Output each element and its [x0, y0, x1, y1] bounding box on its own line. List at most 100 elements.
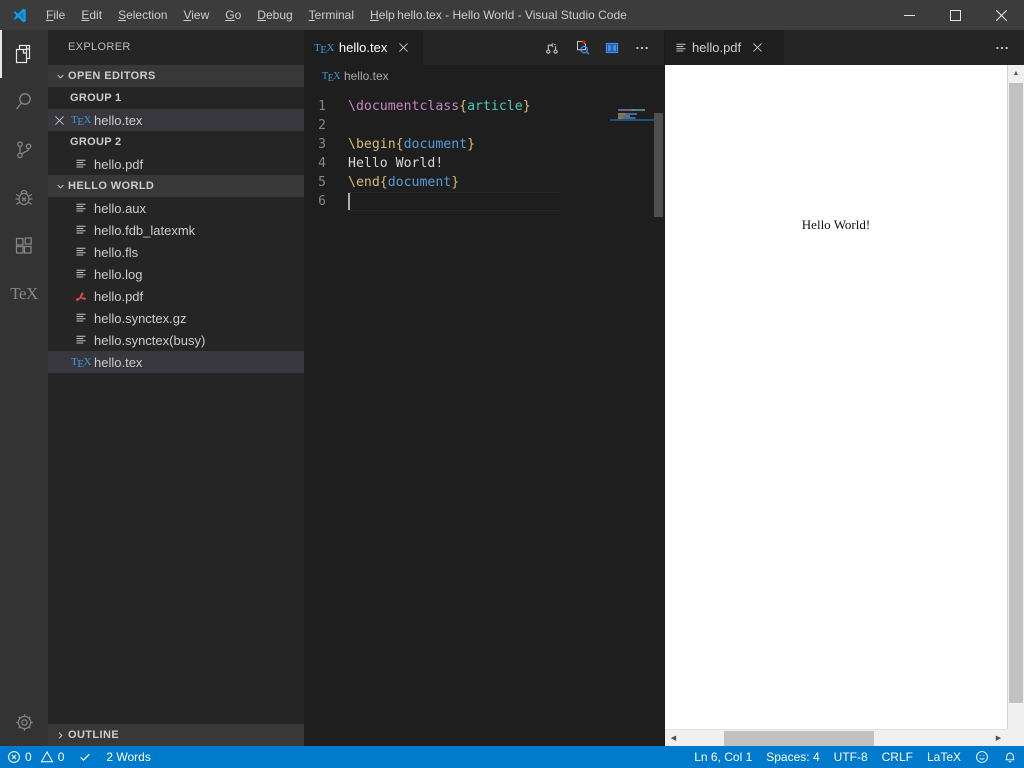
status-problems[interactable]: 0 0 — [0, 746, 71, 768]
line-content — [348, 193, 350, 210]
activity-explorer[interactable] — [0, 30, 48, 78]
status-word-count[interactable]: 2 Words — [99, 746, 157, 768]
status-editor-position[interactable]: Ln 6, Col 1 — [687, 746, 759, 768]
pdf-page[interactable]: Hello World! — [665, 65, 1007, 729]
file-item-hello-synctex-gz[interactable]: hello.synctex.gz — [48, 307, 304, 329]
open-editor-label: hello.tex — [94, 112, 143, 128]
menu-debug[interactable]: Debug — [249, 0, 300, 30]
file-item-hello-aux[interactable]: hello.aux — [48, 197, 304, 219]
pdf-preview[interactable]: Hello World! ▲ — [665, 65, 1024, 729]
tex-icon: TeX — [10, 284, 38, 303]
status-editor-eol[interactable]: CRLF — [875, 746, 920, 768]
pdf-horizontal-scrollbar[interactable]: ◀ ▶ — [665, 729, 1007, 746]
ellipsis-icon[interactable] — [988, 30, 1016, 65]
pdf-file-icon — [70, 290, 92, 303]
status-editor-language[interactable]: LaTeX — [920, 746, 968, 768]
menu-go[interactable]: Go — [217, 0, 249, 30]
ellipsis-icon[interactable] — [628, 30, 656, 65]
menu-terminal[interactable]: Terminal — [301, 0, 362, 30]
file-item-hello-pdf[interactable]: hello.pdf — [48, 285, 304, 307]
minimap[interactable] — [610, 87, 664, 746]
token: \documentclass — [348, 99, 460, 114]
menu-go-rest: o — [234, 8, 242, 22]
file-lines-icon — [70, 158, 92, 170]
tab-hello-pdf[interactable]: hello.pdf — [665, 30, 785, 65]
line-number: 5 — [318, 175, 326, 190]
tex-file-icon: TEX — [314, 41, 334, 56]
activity-manage-gear[interactable] — [0, 698, 48, 746]
token: Hello World! — [348, 156, 444, 171]
tab-hello-tex[interactable]: TEX hello.tex — [304, 30, 425, 65]
warning-count: 0 — [57, 750, 65, 764]
menu-file[interactable]: File — [38, 0, 73, 30]
status-editor-indentation[interactable]: Spaces: 4 — [759, 746, 826, 768]
word-count-label: 2 Words — [106, 750, 151, 764]
status-editor-encoding[interactable]: UTF-8 — [827, 746, 875, 768]
pdf-horizontal-scrollbar-track[interactable] — [682, 730, 990, 747]
code-line-current: 6 — [304, 192, 610, 211]
file-item-hello-synctex-busy[interactable]: hello.synctex(busy) — [48, 329, 304, 351]
code-line: 4 Hello World! — [304, 154, 610, 173]
file-lines-icon — [70, 202, 92, 214]
menu-help[interactable]: Help — [362, 0, 403, 30]
scroll-right-arrow-icon[interactable]: ▶ — [990, 734, 1007, 742]
scrollbar-corner — [1007, 729, 1024, 746]
menu-edit[interactable]: Edit — [73, 0, 110, 30]
folder-label: HELLO WORLD — [68, 180, 155, 192]
editor-position-label: Ln 6, Col 1 — [694, 750, 753, 764]
activity-debug[interactable] — [0, 174, 48, 222]
menu-selection[interactable]: Selection — [110, 0, 175, 30]
pdf-horizontal-scrollbar-thumb[interactable] — [724, 730, 874, 746]
status-feedback[interactable] — [968, 746, 996, 768]
code-lines[interactable]: 1 \documentclass{article} 2 3 \begin{doc… — [304, 87, 610, 746]
pdf-vertical-scrollbar[interactable]: ▲ — [1007, 65, 1024, 729]
section-outline[interactable]: OUTLINE — [48, 724, 304, 746]
scroll-left-arrow-icon[interactable]: ◀ — [665, 734, 682, 742]
file-item-hello-fdb-latexmk[interactable]: hello.fdb_latexmk — [48, 219, 304, 241]
pdf-page-text: Hello World! — [801, 217, 871, 232]
current-line-highlight — [348, 192, 560, 211]
file-lines-icon — [675, 42, 687, 54]
scroll-up-arrow-icon[interactable]: ▲ — [1008, 65, 1024, 82]
menu-view[interactable]: View — [175, 0, 217, 30]
open-editor-hello-pdf[interactable]: hello.pdf — [48, 153, 304, 175]
section-folder-hello-world[interactable]: HELLO WORLD — [48, 175, 304, 197]
close-icon[interactable] — [399, 43, 413, 52]
section-open-editors[interactable]: OPEN EDITORS — [48, 65, 304, 87]
close-icon[interactable] — [48, 115, 70, 125]
line-content: \documentclass{article} — [348, 99, 531, 114]
file-label: hello.fls — [94, 244, 139, 260]
editor-scrollbar[interactable] — [654, 87, 664, 746]
maximize-button[interactable] — [932, 0, 978, 30]
activity-extensions[interactable] — [0, 222, 48, 270]
file-label: hello.synctex.gz — [94, 310, 187, 326]
activity-search[interactable] — [0, 78, 48, 126]
menu-help-rest: elp — [378, 8, 395, 22]
file-item-hello-fls[interactable]: hello.fls — [48, 241, 304, 263]
file-item-hello-log[interactable]: hello.log — [48, 263, 304, 285]
activity-latex-workshop[interactable]: TeX — [0, 270, 48, 318]
status-notifications[interactable] — [996, 746, 1024, 768]
close-button[interactable] — [978, 0, 1024, 30]
group-2-label: GROUP 2 — [70, 136, 122, 148]
vscode-logo-icon — [0, 7, 38, 24]
token: article — [467, 99, 523, 114]
breadcrumb[interactable]: TEX hello.tex — [304, 65, 664, 87]
tex-file-icon: TEX — [71, 356, 91, 370]
split-editor-icon[interactable] — [598, 30, 626, 65]
pdf-vertical-scrollbar-thumb[interactable] — [1009, 83, 1023, 703]
code-editor[interactable]: 1 \documentclass{article} 2 3 \begin{doc… — [304, 87, 664, 746]
activity-bar: TeX — [0, 30, 48, 746]
line-content: Hello World! — [348, 156, 443, 171]
menu-file-rest: ile — [53, 8, 66, 22]
editor-scrollbar-thumb[interactable] — [654, 113, 663, 217]
status-latex-build[interactable] — [71, 746, 99, 768]
open-editor-hello-tex[interactable]: TEX hello.tex — [48, 109, 304, 131]
file-item-hello-tex[interactable]: TEX hello.tex — [48, 351, 304, 373]
close-icon[interactable] — [753, 43, 767, 52]
minimize-button[interactable] — [886, 0, 932, 30]
token: \end — [348, 175, 380, 190]
log-search-icon[interactable] — [568, 30, 596, 65]
activity-source-control[interactable] — [0, 126, 48, 174]
build-icon[interactable] — [538, 30, 566, 65]
